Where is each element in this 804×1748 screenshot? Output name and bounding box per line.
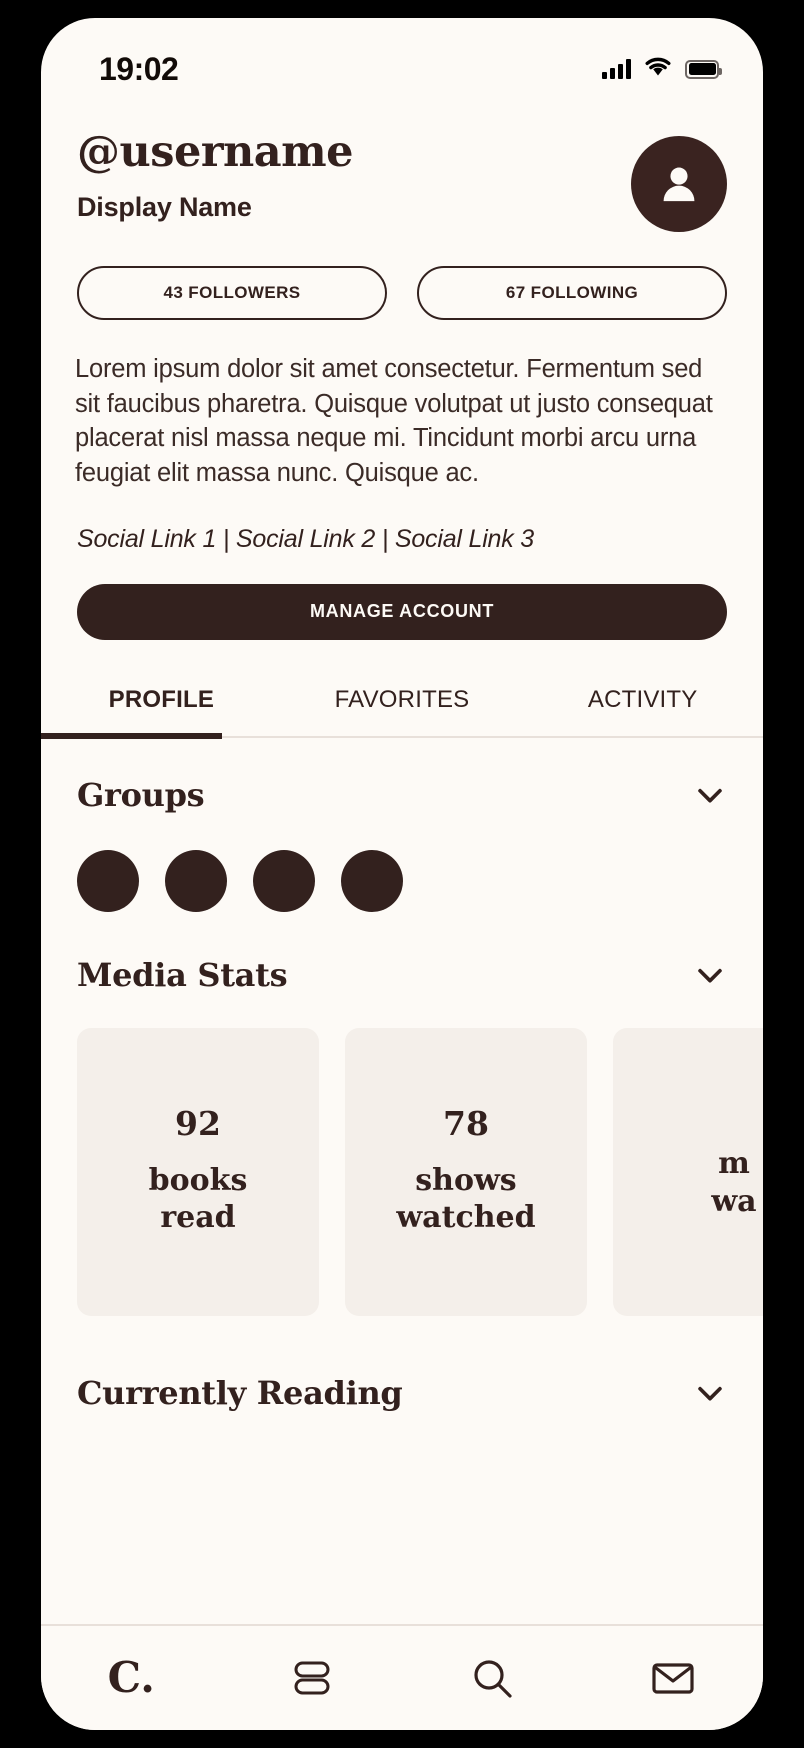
group-avatar-2[interactable] xyxy=(165,849,227,912)
profile-tabs: PROFILE FAVORITES ACTIVITY xyxy=(41,686,763,739)
search-icon xyxy=(468,1654,516,1702)
stat-card-partial[interactable]: m wa xyxy=(613,1027,763,1316)
manage-account-wrap: MANAGE ACCOUNT xyxy=(41,554,763,640)
bottom-navigation: C. xyxy=(41,1624,763,1730)
stat-label: shows watched xyxy=(396,1162,535,1237)
tab-favorites[interactable]: FAVORITES xyxy=(282,686,523,736)
stat-card-shows[interactable]: 78 shows watched xyxy=(345,1027,587,1316)
social-links[interactable]: Social Link 1 | Social Link 2 | Social L… xyxy=(41,491,763,554)
groups-title: Groups xyxy=(77,775,205,814)
follow-stats: 43 FOLLOWERS 67 FOLLOWING xyxy=(41,232,763,320)
stat-label-line1: shows xyxy=(415,1162,517,1198)
stat-label-line2: wa xyxy=(711,1183,757,1219)
profile-username: @username xyxy=(77,127,353,177)
group-avatar-1[interactable] xyxy=(77,849,139,912)
group-avatar-3[interactable] xyxy=(253,849,315,912)
envelope-icon xyxy=(649,1658,697,1698)
following-button[interactable]: 67 FOLLOWING xyxy=(417,266,727,320)
media-stats-title: Media Stats xyxy=(77,955,288,994)
tab-activity[interactable]: ACTIVITY xyxy=(522,686,763,736)
stat-value: 92 xyxy=(175,1103,221,1143)
stat-label-line2: watched xyxy=(396,1200,536,1236)
stat-label-line1: books xyxy=(148,1162,248,1198)
chevron-down-icon[interactable] xyxy=(693,1376,727,1410)
manage-account-button[interactable]: MANAGE ACCOUNT xyxy=(77,583,727,640)
stat-card-books[interactable]: 92 books read xyxy=(77,1027,319,1316)
groups-section-header[interactable]: Groups xyxy=(41,738,763,814)
group-avatar-4[interactable] xyxy=(341,849,403,912)
tab-profile[interactable]: PROFILE xyxy=(41,686,282,736)
stacked-books-icon xyxy=(288,1656,336,1700)
profile-display-name: Display Name xyxy=(77,192,252,223)
currently-reading-section-header[interactable]: Currently Reading xyxy=(41,1316,763,1412)
stat-value: 78 xyxy=(443,1103,489,1143)
nav-messages[interactable] xyxy=(583,1626,764,1730)
status-bar: 19:02 xyxy=(41,18,763,102)
phone-screen: 19:02 @username Display Name 43 FOLLOWER… xyxy=(41,18,763,1730)
active-tab-indicator xyxy=(41,732,222,739)
logo-c-icon: C. xyxy=(107,1653,155,1702)
status-bar-clock: 19:02 xyxy=(99,50,179,87)
stat-label-line2: read xyxy=(160,1200,236,1236)
avatar[interactable] xyxy=(631,136,727,232)
media-stats-section-header[interactable]: Media Stats xyxy=(41,912,763,994)
phone-frame: 19:02 @username Display Name 43 FOLLOWER… xyxy=(0,0,804,1748)
chevron-down-icon[interactable] xyxy=(693,958,727,992)
stat-label-line1: m xyxy=(718,1146,750,1182)
followers-button[interactable]: 43 FOLLOWERS xyxy=(77,266,387,320)
nav-library[interactable] xyxy=(222,1626,403,1730)
currently-reading-title: Currently Reading xyxy=(77,1373,403,1412)
nav-home-logo[interactable]: C. xyxy=(41,1626,222,1730)
signal-bars-icon xyxy=(602,59,631,79)
profile-bio: Lorem ipsum dolor sit amet consectetur. … xyxy=(75,355,713,488)
wifi-icon xyxy=(644,56,672,82)
profile-identity: @username Display Name xyxy=(77,127,353,223)
media-stats-cards[interactable]: 92 books read 78 shows watched m wa xyxy=(41,994,763,1316)
battery-icon xyxy=(685,59,722,79)
profile-header: @username Display Name xyxy=(41,102,763,232)
stat-label: m wa xyxy=(711,1145,756,1220)
nav-search[interactable] xyxy=(402,1626,583,1730)
person-icon xyxy=(663,167,695,202)
stat-label: books read xyxy=(149,1162,248,1237)
chevron-down-icon[interactable] xyxy=(693,778,727,812)
groups-list xyxy=(41,814,763,912)
status-bar-icons xyxy=(602,56,722,82)
